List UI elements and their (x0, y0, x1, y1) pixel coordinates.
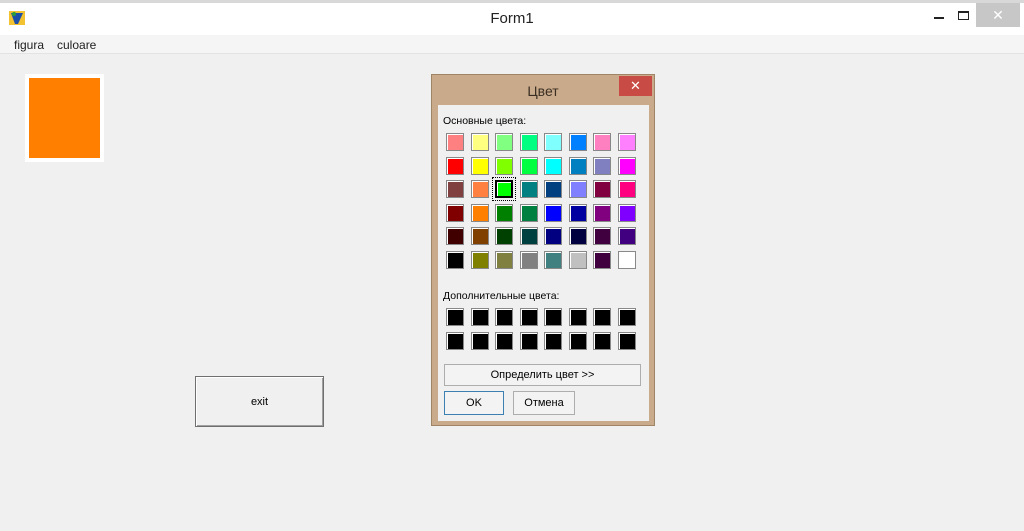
custom-color-swatch[interactable] (446, 308, 464, 326)
basic-color-swatch[interactable] (446, 133, 464, 151)
basic-color-swatch[interactable] (470, 227, 489, 245)
maximize-button[interactable] (950, 3, 976, 27)
basic-color-swatch[interactable] (544, 133, 562, 151)
basic-color-swatch[interactable] (446, 180, 464, 198)
basic-color-swatch[interactable] (593, 133, 611, 151)
exit-button[interactable]: exit (195, 376, 324, 427)
basic-color-swatch[interactable] (568, 156, 587, 175)
close-button[interactable]: ✕ (976, 3, 1020, 27)
window-title: Form1 (490, 10, 534, 27)
basic-color-swatch[interactable] (544, 180, 562, 198)
custom-color-swatch[interactable] (593, 308, 611, 326)
color-dialog-body: Основные цвета: Дополнительные цвета: Оп… (438, 105, 649, 421)
custom-color-swatch[interactable] (519, 308, 538, 326)
basic-color-swatch[interactable] (568, 133, 587, 151)
basic-color-swatch[interactable] (446, 156, 464, 175)
basic-color-swatch[interactable] (519, 156, 538, 175)
custom-colors-grid (446, 308, 636, 350)
basic-color-swatch[interactable] (495, 156, 513, 175)
menu-item-figura[interactable]: figura (14, 38, 44, 52)
custom-colors-label: Дополнительные цвета: (443, 290, 560, 302)
custom-color-swatch[interactable] (519, 331, 538, 350)
orange-square-shape (29, 78, 100, 158)
basic-color-swatch[interactable] (568, 227, 587, 245)
color-dialog-close-button[interactable]: ✕ (619, 76, 652, 96)
title-bar[interactable]: Form1 ✕ (0, 3, 1024, 35)
basic-colors-grid (446, 133, 636, 269)
custom-color-swatch[interactable] (544, 331, 562, 350)
custom-color-swatch[interactable] (544, 308, 562, 326)
basic-color-swatch[interactable] (519, 203, 538, 222)
basic-color-swatch[interactable] (470, 133, 489, 151)
basic-color-swatch[interactable] (519, 227, 538, 245)
basic-color-swatch[interactable] (470, 180, 489, 198)
basic-color-swatch[interactable] (519, 250, 538, 269)
custom-color-swatch[interactable] (495, 331, 513, 350)
basic-color-swatch[interactable] (495, 203, 513, 222)
basic-color-swatch[interactable] (519, 133, 538, 151)
close-icon: ✕ (630, 78, 641, 93)
basic-color-swatch[interactable] (617, 227, 636, 245)
basic-color-swatch[interactable] (617, 133, 636, 151)
basic-color-swatch[interactable] (492, 177, 516, 201)
ok-button[interactable]: OK (444, 391, 504, 415)
maximize-icon (957, 10, 969, 20)
close-icon: ✕ (992, 6, 1004, 23)
basic-color-swatch[interactable] (593, 203, 611, 222)
minimize-icon (934, 17, 944, 19)
custom-color-swatch[interactable] (568, 308, 587, 326)
custom-color-swatch[interactable] (470, 331, 489, 350)
basic-color-swatch[interactable] (593, 156, 611, 175)
basic-color-swatch[interactable] (593, 227, 611, 245)
basic-color-swatch[interactable] (470, 250, 489, 269)
basic-color-swatch[interactable] (470, 156, 489, 175)
basic-color-swatch[interactable] (470, 203, 489, 222)
custom-color-swatch[interactable] (617, 308, 636, 326)
basic-color-swatch[interactable] (519, 180, 538, 198)
basic-color-swatch[interactable] (568, 180, 587, 198)
define-color-button[interactable]: Определить цвет >> (444, 364, 641, 386)
custom-color-swatch[interactable] (593, 331, 611, 350)
basic-color-swatch[interactable] (446, 227, 464, 245)
basic-color-swatch[interactable] (544, 227, 562, 245)
basic-color-swatch[interactable] (544, 156, 562, 175)
custom-color-swatch[interactable] (446, 331, 464, 350)
basic-color-swatch[interactable] (617, 250, 636, 269)
basic-color-swatch[interactable] (446, 250, 464, 269)
basic-color-swatch[interactable] (617, 156, 636, 175)
basic-color-swatch[interactable] (617, 180, 636, 198)
color-dialog: Цвет ✕ Основные цвета: Дополнительные цв… (431, 74, 655, 426)
menu-item-culoare[interactable]: culoare (57, 38, 96, 52)
basic-color-swatch[interactable] (568, 250, 587, 269)
custom-color-swatch[interactable] (617, 331, 636, 350)
menu-bar: figura culoare (0, 35, 1024, 54)
basic-colors-label: Основные цвета: (443, 115, 527, 127)
basic-color-swatch[interactable] (593, 250, 611, 269)
shape-frame (25, 74, 104, 162)
cancel-button[interactable]: Отмена (513, 391, 575, 415)
custom-color-swatch[interactable] (568, 331, 587, 350)
basic-color-swatch[interactable] (568, 203, 587, 222)
basic-color-swatch[interactable] (446, 203, 464, 222)
custom-color-swatch[interactable] (470, 308, 489, 326)
basic-color-swatch[interactable] (495, 227, 513, 245)
basic-color-swatch[interactable] (544, 250, 562, 269)
basic-color-swatch[interactable] (593, 180, 611, 198)
basic-color-swatch[interactable] (544, 203, 562, 222)
basic-color-swatch[interactable] (495, 133, 513, 151)
basic-color-swatch[interactable] (617, 203, 636, 222)
custom-color-swatch[interactable] (495, 308, 513, 326)
basic-color-swatch[interactable] (495, 250, 513, 269)
